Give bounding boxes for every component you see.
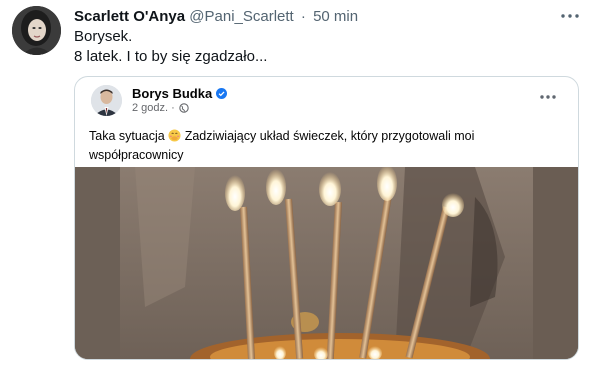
embedded-author-avatar[interactable] (91, 85, 122, 116)
tweet-header: Scarlett O'Anya @Pani_Scarlett · 50 min (74, 8, 358, 28)
embedded-post-card[interactable]: Borys Budka 2 godz. · Taka sytuacja Zadz… (74, 76, 579, 360)
separator: · (300, 8, 306, 25)
author-name[interactable]: Scarlett O'Anya (74, 8, 185, 25)
author-handle[interactable]: @Pani_Scarlett (189, 8, 293, 25)
embedded-more-icon[interactable] (538, 90, 558, 104)
embedded-author-name-row[interactable]: Borys Budka (132, 86, 228, 101)
tweet-text-line: Borysek. (74, 28, 133, 45)
verified-badge-icon (216, 88, 228, 99)
globe-icon (179, 103, 189, 113)
embedded-post-text-start: Taka sytuacja (89, 129, 165, 143)
candles-photo[interactable] (75, 167, 578, 359)
embedded-post-time[interactable]: 2 godz. (132, 102, 168, 114)
tweet-text: Borysek. 8 latek. I to by się zgadzało..… (74, 27, 267, 67)
embedded-author-name[interactable]: Borys Budka (132, 86, 212, 101)
author-avatar[interactable] (12, 6, 61, 55)
smiling-face-with-hand-over-mouth-icon (168, 129, 181, 142)
embedded-post-time-row: 2 godz. · (132, 102, 189, 114)
separator: · (171, 102, 175, 114)
tweet[interactable]: Scarlett O'Anya @Pani_Scarlett · 50 min … (0, 0, 589, 373)
tweet-timestamp[interactable]: 50 min (313, 8, 358, 25)
more-icon[interactable] (560, 6, 580, 26)
tweet-text-line: 8 latek. I to by się zgadzało... (74, 48, 268, 65)
